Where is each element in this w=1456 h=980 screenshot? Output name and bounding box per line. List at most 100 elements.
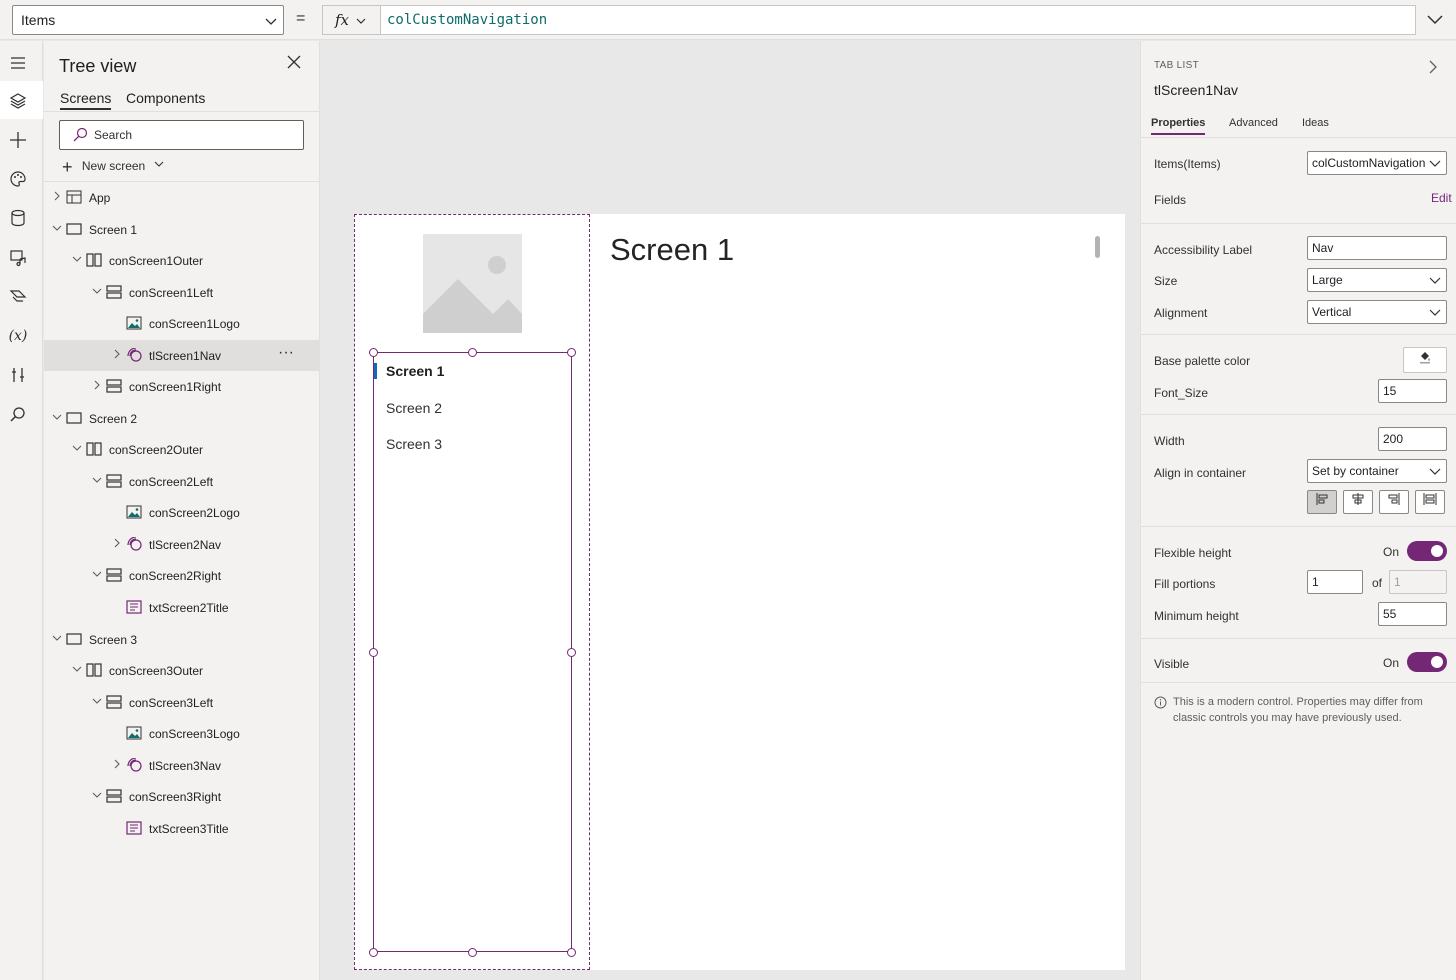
chevron-down-icon[interactable]	[92, 286, 102, 299]
align-end-button[interactable]	[1379, 490, 1409, 514]
power-apps-studio: Items = fx colCustomNavigation (x) Tree …	[0, 0, 1456, 980]
left-container-outline[interactable]: Screen 1 Screen 2 Screen 3	[354, 214, 590, 970]
tree-node[interactable]: conScreen2Outer	[44, 434, 320, 465]
tree-node-label: tlScreen1Nav	[149, 349, 222, 363]
tree-node[interactable]: conScreen2Right	[44, 560, 320, 591]
tree-node[interactable]: conScreen2Logo	[44, 497, 320, 528]
palette-icon[interactable]	[8, 169, 28, 189]
tree-node-label: conScreen1Left	[129, 286, 214, 300]
width-input[interactable]: 200	[1378, 427, 1447, 451]
size-dropdown[interactable]: Large	[1307, 268, 1447, 292]
resize-handle[interactable]	[567, 948, 576, 957]
chevron-down-icon[interactable]	[92, 475, 102, 488]
tree-node[interactable]: Screen 1	[44, 214, 320, 245]
variables-icon[interactable]: (x)	[8, 326, 28, 346]
resize-handle[interactable]	[567, 348, 576, 357]
resize-handle[interactable]	[468, 348, 477, 357]
plus-icon[interactable]	[8, 130, 28, 150]
chevron-down-icon[interactable]	[92, 569, 102, 582]
tree-node[interactable]: txtScreen3Title	[44, 813, 320, 844]
chevron-down-icon[interactable]	[72, 443, 82, 456]
tree-node[interactable]: tlScreen2Nav	[44, 529, 320, 560]
tree-node[interactable]: conScreen3Left	[44, 687, 320, 718]
tab-properties[interactable]: Properties	[1151, 117, 1206, 135]
media-icon[interactable]	[8, 247, 28, 267]
resize-handle[interactable]	[468, 948, 477, 957]
chevron-down-icon[interactable]	[52, 633, 62, 646]
nav-tab-screen-2[interactable]: Screen 2	[386, 400, 442, 416]
tree-node[interactable]: txtScreen2Title	[44, 592, 320, 623]
nav-tab-screen-3[interactable]: Screen 3	[386, 436, 442, 452]
fields-edit-link[interactable]: Edit	[1431, 191, 1452, 205]
fields-label: Fields	[1154, 193, 1187, 207]
chevron-right-icon[interactable]	[92, 380, 102, 393]
tab-screens[interactable]: Screens	[60, 90, 112, 110]
image-placeholder-icon[interactable]	[423, 234, 522, 333]
tree-node[interactable]: App	[44, 182, 320, 213]
tab-ideas[interactable]: Ideas	[1302, 117, 1329, 129]
tree-node[interactable]: conScreen1Right	[44, 371, 320, 402]
chevron-down-icon[interactable]	[52, 412, 62, 425]
tree-node[interactable]: conScreen3Logo	[44, 718, 320, 749]
more-options-icon[interactable]: ···	[278, 344, 294, 362]
align-start-button[interactable]	[1307, 490, 1337, 514]
property-dropdown[interactable]: Items	[12, 5, 284, 35]
chevron-right-icon[interactable]	[112, 759, 122, 772]
chevron-right-icon[interactable]	[1427, 59, 1439, 75]
new-screen-button[interactable]: + New screen	[62, 157, 165, 178]
hamburger-icon[interactable]	[8, 53, 28, 73]
tree-node[interactable]: Screen 2	[44, 403, 320, 434]
tab-components[interactable]: Components	[126, 90, 205, 106]
tree-node[interactable]: conScreen1Logo	[44, 308, 320, 339]
tree-node[interactable]: conScreen1Left	[44, 277, 320, 308]
tree-node[interactable]: Screen 3	[44, 624, 320, 655]
tab-list-control[interactable]: Screen 1 Screen 2 Screen 3	[369, 348, 576, 957]
items-dropdown[interactable]: colCustomNavigation	[1307, 151, 1447, 175]
screen-title[interactable]: Screen 1	[610, 232, 734, 268]
flex-height-toggle[interactable]	[1407, 541, 1447, 561]
tools-icon[interactable]	[8, 365, 28, 385]
align-center-button[interactable]	[1343, 490, 1373, 514]
control-name[interactable]: tlScreen1Nav	[1154, 82, 1238, 98]
resize-handle[interactable]	[369, 648, 378, 657]
tree-node[interactable]: tlScreen1Nav ···	[44, 340, 320, 371]
nav-tab-screen-1[interactable]: Screen 1	[386, 363, 444, 379]
close-icon[interactable]	[287, 55, 301, 69]
scrollbar[interactable]	[1095, 236, 1100, 258]
formula-input[interactable]: colCustomNavigation	[380, 5, 1416, 35]
tree-node[interactable]: conScreen3Outer	[44, 655, 320, 686]
tab-advanced[interactable]: Advanced	[1229, 117, 1278, 129]
tree-node[interactable]: conScreen2Left	[44, 466, 320, 497]
database-icon[interactable]	[8, 208, 28, 228]
resize-handle[interactable]	[567, 648, 576, 657]
align-container-dropdown[interactable]: Set by container	[1307, 459, 1447, 483]
chevron-down-icon[interactable]	[92, 790, 102, 803]
alignment-dropdown[interactable]: Vertical	[1307, 300, 1447, 324]
tree-node[interactable]: tlScreen3Nav	[44, 750, 320, 781]
power-automate-icon[interactable]	[8, 286, 28, 306]
tree-node[interactable]: conScreen1Outer	[44, 245, 320, 276]
fx-button[interactable]: fx	[322, 5, 380, 35]
fill-portions-input[interactable]: 1	[1307, 570, 1363, 594]
chevron-right-icon[interactable]	[112, 349, 122, 362]
tree-search-input[interactable]: Search	[59, 120, 304, 150]
search-icon[interactable]	[8, 405, 28, 425]
align-stretch-button[interactable]	[1415, 490, 1445, 514]
layers-icon[interactable]	[8, 91, 28, 111]
tree-node[interactable]: conScreen3Right	[44, 781, 320, 812]
accessibility-input[interactable]: Nav	[1307, 236, 1447, 260]
visible-toggle[interactable]	[1407, 652, 1447, 672]
font-size-input[interactable]: 15	[1378, 379, 1447, 403]
resize-handle[interactable]	[369, 948, 378, 957]
chevron-down-icon[interactable]	[92, 696, 102, 709]
chevron-right-icon[interactable]	[112, 538, 122, 551]
chevron-down-icon[interactable]	[72, 664, 82, 677]
expand-formula-icon[interactable]	[1426, 12, 1444, 26]
min-height-input[interactable]: 55	[1378, 602, 1447, 626]
screen-preview[interactable]: Screen 1 Screen 2 Screen 3 Screen 1	[354, 214, 1125, 970]
chevron-down-icon[interactable]	[72, 254, 82, 267]
chevron-right-icon[interactable]	[52, 191, 62, 204]
chevron-down-icon[interactable]	[52, 223, 62, 236]
palette-color-picker[interactable]	[1403, 347, 1447, 373]
resize-handle[interactable]	[369, 348, 378, 357]
